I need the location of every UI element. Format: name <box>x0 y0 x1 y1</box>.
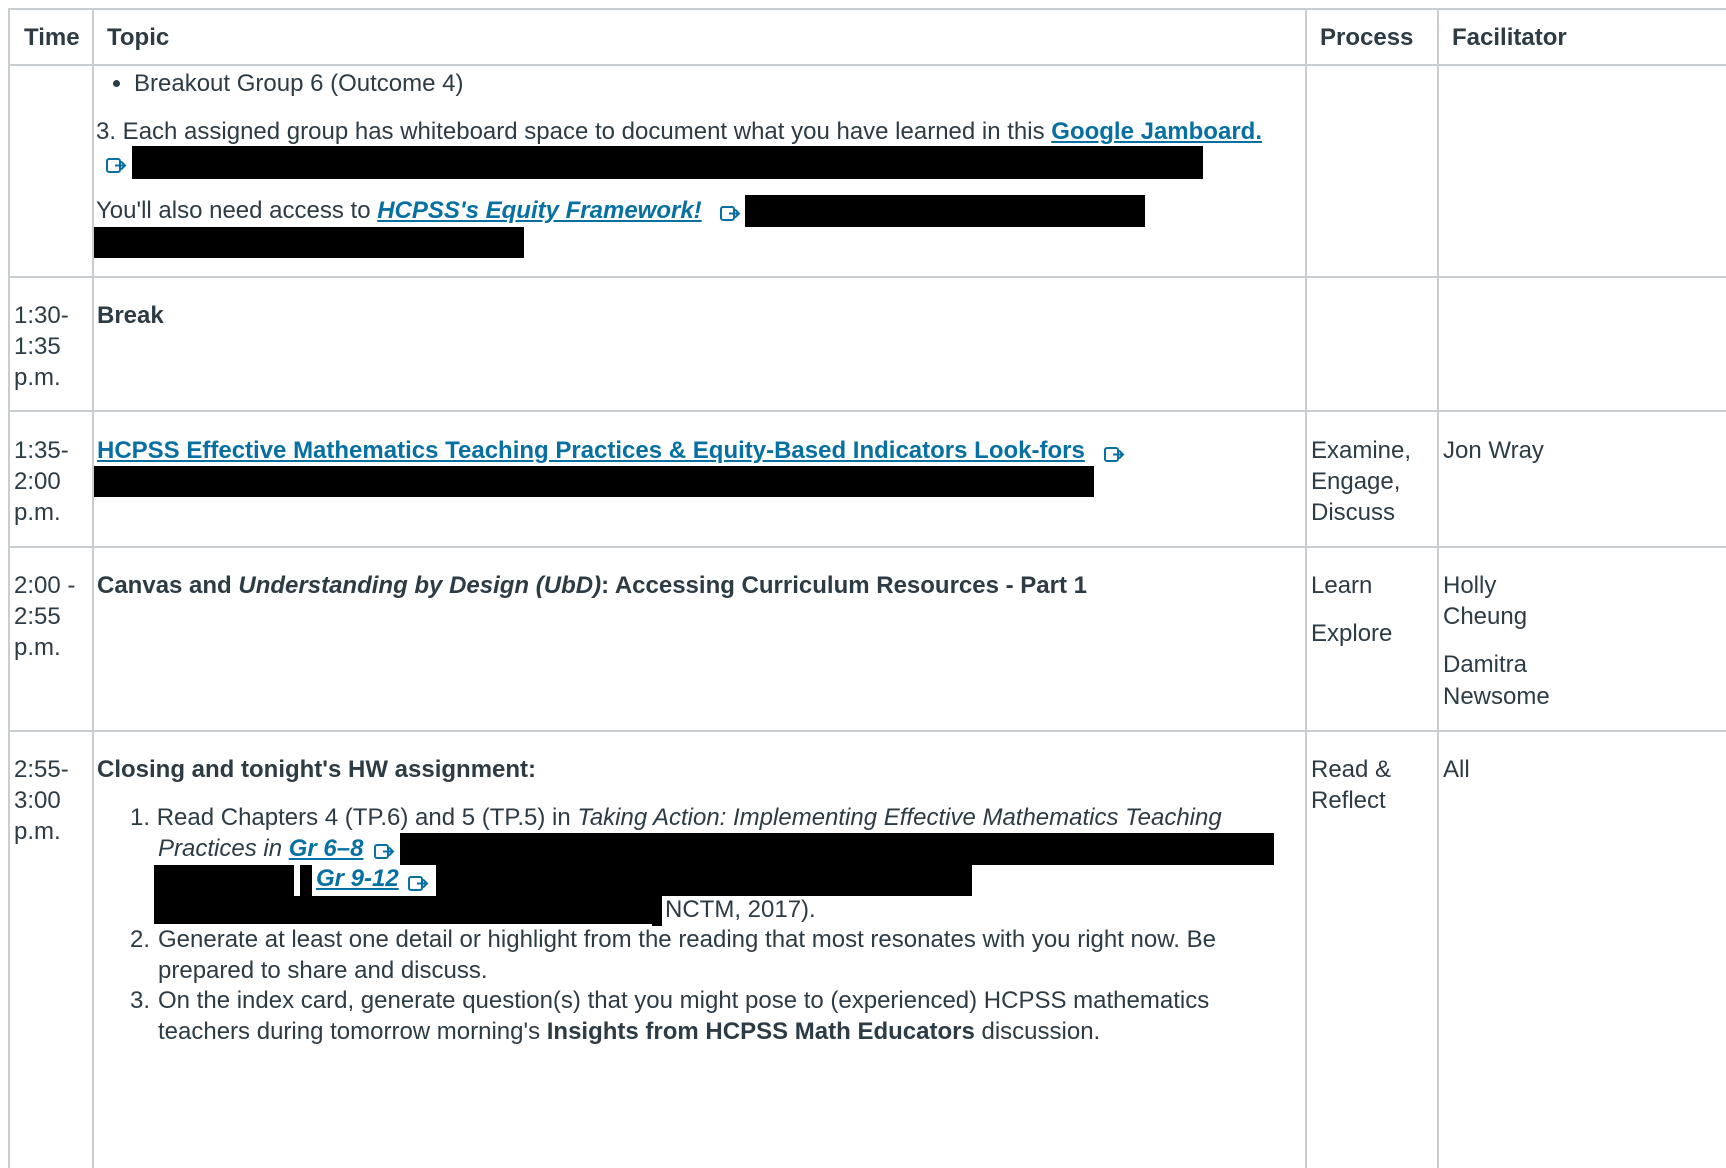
row-divider <box>8 276 1726 278</box>
topic-part-italic: Understanding by Design (UbD) <box>238 572 602 599</box>
redacted-block <box>400 833 1274 865</box>
topic-part: Canvas and <box>97 572 239 599</box>
external-link-icon <box>102 150 128 181</box>
row-divider <box>8 730 1726 732</box>
redacted-block <box>154 896 652 924</box>
process-line: Examine, <box>1311 437 1412 464</box>
hw-item-1-end: NCTM, 2017). <box>665 896 816 923</box>
process-line: Discuss <box>1311 499 1396 527</box>
process-line: Explore <box>1311 620 1393 648</box>
hw-item-2: 2. Generate at least one detail or highl… <box>130 924 1240 986</box>
facilitator-line: Newsome <box>1443 682 1550 710</box>
row4-time: 2:55- 3:00 p.m. <box>14 754 69 848</box>
row2-time: 1:35- 2:00 p.m. <box>14 435 69 529</box>
col-divider <box>1305 8 1307 1168</box>
row3-topic: Canvas and Understanding by Design (UbD)… <box>97 570 1297 601</box>
gr-6-8-link[interactable]: Gr 6–8 <box>289 835 364 862</box>
list-number: 1. <box>130 804 157 831</box>
table-header-divider <box>8 64 1726 66</box>
external-link-icon <box>1100 439 1126 470</box>
time-line: p.m. <box>14 818 61 846</box>
row1-time: 1:30- 1:35 p.m. <box>14 300 69 394</box>
process-line: Learn <box>1311 572 1373 599</box>
header-process: Process <box>1320 24 1414 51</box>
breakout-list: Breakout Group 6 (Outcome 4) <box>96 68 1296 99</box>
row0-access: You'll also need access to HCPSS's Equit… <box>96 195 702 226</box>
hw-item-1: 1. Read Chapters 4 (TP.6) and 5 (TP.5) i… <box>130 802 1290 833</box>
redacted-block <box>94 227 524 258</box>
redacted-block <box>94 466 1094 497</box>
teaching-practices-link[interactable]: HCPSS Effective Mathematics Teaching Pra… <box>97 437 1085 464</box>
facilitator-line: Cheung <box>1443 603 1528 631</box>
process-line: Read & <box>1311 756 1392 783</box>
row3-time: 2:00 - 2:55 p.m. <box>14 570 75 664</box>
hw-item-3: 3. On the index card, generate question(… <box>130 985 1240 1047</box>
time-line: p.m. <box>14 634 61 662</box>
row2-topic: HCPSS Effective Mathematics Teaching Pra… <box>97 435 1085 466</box>
item3-bold: Insights from HCPSS Math Educators <box>546 1018 975 1046</box>
row2-facilitator: Jon Wray <box>1443 437 1544 464</box>
external-link-icon <box>716 198 742 229</box>
time-line: 2:00 <box>14 468 61 496</box>
row3-process: Learn Explore <box>1311 570 1392 649</box>
external-link-icon <box>404 868 430 899</box>
table-border-top <box>8 8 1726 10</box>
row4-process: Read & Reflect <box>1311 754 1391 816</box>
equity-framework-link[interactable]: HCPSS's Equity Framework! <box>377 197 701 224</box>
time-line: 1:35 <box>14 333 61 361</box>
row0-step3: 3. Each assigned group has whiteboard sp… <box>96 116 1296 147</box>
header-facilitator: Facilitator <box>1452 24 1567 51</box>
item1-book-title-cont: Practices in <box>158 835 289 862</box>
row1-topic: Break <box>97 302 164 329</box>
row4-facilitator: All <box>1443 756 1470 783</box>
redacted-block <box>436 865 972 896</box>
item1-text: Read Chapters 4 (TP.6) and 5 (TP.5) in <box>156 804 578 831</box>
item3-text-end: discussion. <box>974 1018 1101 1046</box>
redacted-block <box>154 865 294 896</box>
row4-title: Closing and tonight's HW assignment: <box>97 756 537 783</box>
list-item: Breakout Group 6 (Outcome 4) <box>134 68 1296 99</box>
step3-text: 3. Each assigned group has whiteboard sp… <box>96 118 1045 145</box>
time-line: p.m. <box>14 499 61 527</box>
header-time: Time <box>24 24 80 51</box>
list-number: 2. <box>130 926 151 953</box>
col-divider <box>1437 8 1439 1168</box>
header-topic: Topic <box>107 24 170 51</box>
item1-book-title: Taking Action: Implementing Effective Ma… <box>577 804 1222 831</box>
process-line: Reflect <box>1311 787 1386 815</box>
redacted-block <box>132 146 1203 179</box>
redacted-block <box>745 195 1145 227</box>
col-divider <box>92 8 94 1168</box>
gr-9-12-link[interactable]: Gr 9-12 <box>316 865 399 892</box>
access-text: You'll also need access to <box>96 197 371 224</box>
item2-text: Generate at least one detail or highligh… <box>158 926 1216 985</box>
time-line: p.m. <box>14 364 61 392</box>
col-divider <box>8 8 10 1168</box>
hw-item-1-line3: Gr 9-12 <box>316 863 399 894</box>
row-divider <box>8 546 1726 548</box>
row2-process: Examine, Engage, Discuss <box>1311 435 1411 529</box>
time-line: 2:55- <box>14 756 69 783</box>
time-line: 3:00 <box>14 787 61 815</box>
topic-part: : Accessing Curriculum Resources - Part … <box>601 572 1088 599</box>
time-line: 2:55 <box>14 603 61 631</box>
row3-facilitator: Holly Cheung Damitra Newsome <box>1443 570 1550 712</box>
facilitator-line: Holly <box>1443 572 1497 599</box>
facilitator-line: Damitra <box>1443 651 1528 679</box>
time-line: 2:00 - <box>14 572 76 599</box>
time-line: 1:35- <box>14 437 69 464</box>
row-divider <box>8 410 1726 412</box>
redacted-block <box>300 865 312 896</box>
process-line: Engage, <box>1311 468 1401 496</box>
list-number: 3. <box>130 987 151 1014</box>
redacted-block <box>652 896 662 926</box>
hw-item-1-line2: Practices in Gr 6–8 <box>158 833 363 864</box>
row0-topic: Breakout Group 6 (Outcome 4) <box>96 68 1296 99</box>
google-jamboard-link[interactable]: Google Jamboard. <box>1051 118 1262 145</box>
time-line: 1:30- <box>14 302 69 329</box>
